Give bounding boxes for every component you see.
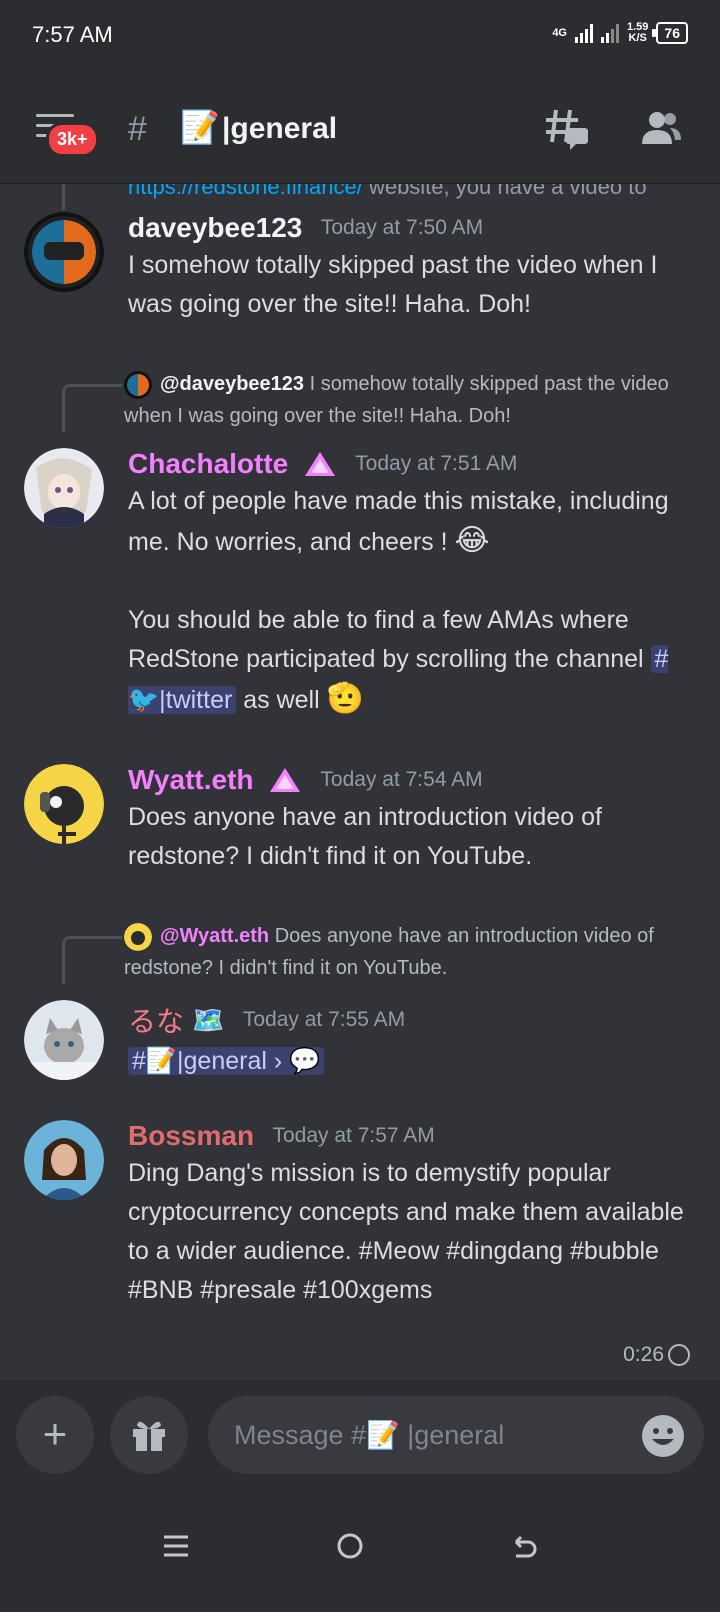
status-time: 7:57 AM — [32, 22, 113, 47]
thread-connector — [62, 184, 65, 210]
avatar[interactable] — [24, 1000, 104, 1080]
message-input[interactable]: Message #📝 |general — [208, 1396, 704, 1474]
back-icon[interactable] — [510, 1532, 538, 1560]
role-icon — [304, 452, 335, 476]
timestamp: Today at 7:54 AM — [320, 768, 483, 791]
members-icon[interactable] — [640, 108, 682, 148]
channel-header: 3k+ # 📝 |general — [0, 72, 720, 184]
emoji: 🫡 — [326, 682, 364, 715]
reply-connector — [62, 936, 122, 984]
emoji-picker-icon[interactable] — [642, 1415, 684, 1457]
message-text: You should be able to find a few AMAs wh… — [128, 601, 704, 720]
author-name[interactable]: Bossman — [128, 1120, 254, 1152]
message-text-part: A lot of people have made this mistake, … — [128, 487, 669, 556]
reply-author[interactable]: @daveybee123 — [160, 373, 304, 395]
author-name[interactable]: Wyatt.eth — [128, 764, 254, 796]
timestamp: Today at 7:55 AM — [242, 1008, 406, 1031]
avatar[interactable] — [24, 764, 104, 844]
author-name[interactable]: daveybee123 — [128, 212, 302, 244]
slowmode-timer: 0:26 — [0, 1330, 720, 1380]
system-nav-bar — [0, 1492, 720, 1612]
message-text-part: You should be able to find a few AMAs wh… — [128, 606, 651, 673]
timestamp: Today at 7:51 AM — [355, 452, 518, 475]
message-feed[interactable]: https://redstone.finance/ website, you h… — [0, 184, 720, 1384]
message-text-part: as well — [236, 686, 327, 714]
reply-avatar — [124, 370, 152, 399]
channel-emoji: 📝 — [180, 109, 220, 145]
footer: 0:26 + Message #📝 |general — [0, 1330, 720, 1612]
add-attachment-button[interactable]: + — [16, 1396, 94, 1474]
network-speed: 1.59 K/S — [627, 22, 648, 44]
network-type: 4G — [552, 26, 567, 39]
speed-unit: K/S — [628, 32, 647, 44]
unread-badge[interactable]: 3k+ — [46, 122, 99, 157]
avatar[interactable] — [24, 1120, 104, 1200]
reply-avatar — [124, 922, 152, 951]
author-name[interactable]: るな — [128, 1000, 184, 1040]
avatar[interactable] — [24, 212, 104, 292]
signal-icon — [575, 23, 593, 43]
status-bar: 7:57 AM 4G 1.59 K/S 76 — [0, 0, 720, 72]
message-text: A lot of people have made this mistake, … — [128, 482, 704, 562]
gift-icon — [133, 1421, 165, 1451]
stopwatch-icon — [668, 1344, 690, 1366]
message-text: I somehow totally skipped past the video… — [128, 251, 658, 318]
fragment-text: website, you have a video to — [362, 184, 647, 199]
recent-apps-icon[interactable] — [162, 1532, 190, 1560]
role-icon — [269, 768, 300, 792]
emoji: 😂 — [454, 524, 490, 557]
home-icon[interactable] — [336, 1532, 364, 1560]
threads-icon[interactable] — [544, 106, 590, 152]
reply-preview[interactable]: @Wyatt.eth Does anyone have an introduct… — [124, 920, 684, 984]
reply-preview[interactable]: @daveybee123 I somehow totally skipped p… — [124, 368, 684, 432]
avatar[interactable] — [24, 448, 104, 528]
status-indicators: 4G 1.59 K/S 76 — [552, 22, 688, 44]
timestamp: Today at 7:57 AM — [272, 1124, 435, 1147]
channel-title[interactable]: |general — [222, 112, 337, 146]
message-composer: + Message #📝 |general — [0, 1380, 720, 1492]
link[interactable]: https://redstone.finance/ — [128, 184, 363, 199]
signal-icon-2 — [601, 23, 619, 43]
message-text: Does anyone have an introduction video o… — [128, 803, 602, 870]
channel-mention-chip[interactable]: #📝|general › 💬 — [128, 1047, 325, 1075]
author-name[interactable]: Chachalotte — [128, 448, 288, 480]
reply-connector — [62, 384, 122, 432]
channel-hash-icon: # — [128, 110, 147, 148]
battery-icon: 76 — [652, 22, 688, 44]
previous-message-fragment: https://redstone.finance/ website, you h… — [128, 184, 647, 200]
reply-author[interactable]: @Wyatt.eth — [160, 925, 269, 947]
timestamp: Today at 7:50 AM — [320, 216, 484, 239]
gift-button[interactable] — [110, 1396, 188, 1474]
map-emoji: 🗺️ — [192, 1004, 225, 1035]
message-text: #📝|general › 💬 — [128, 1042, 704, 1081]
message-text: Ding Dang's mission is to demystify popu… — [128, 1159, 684, 1304]
